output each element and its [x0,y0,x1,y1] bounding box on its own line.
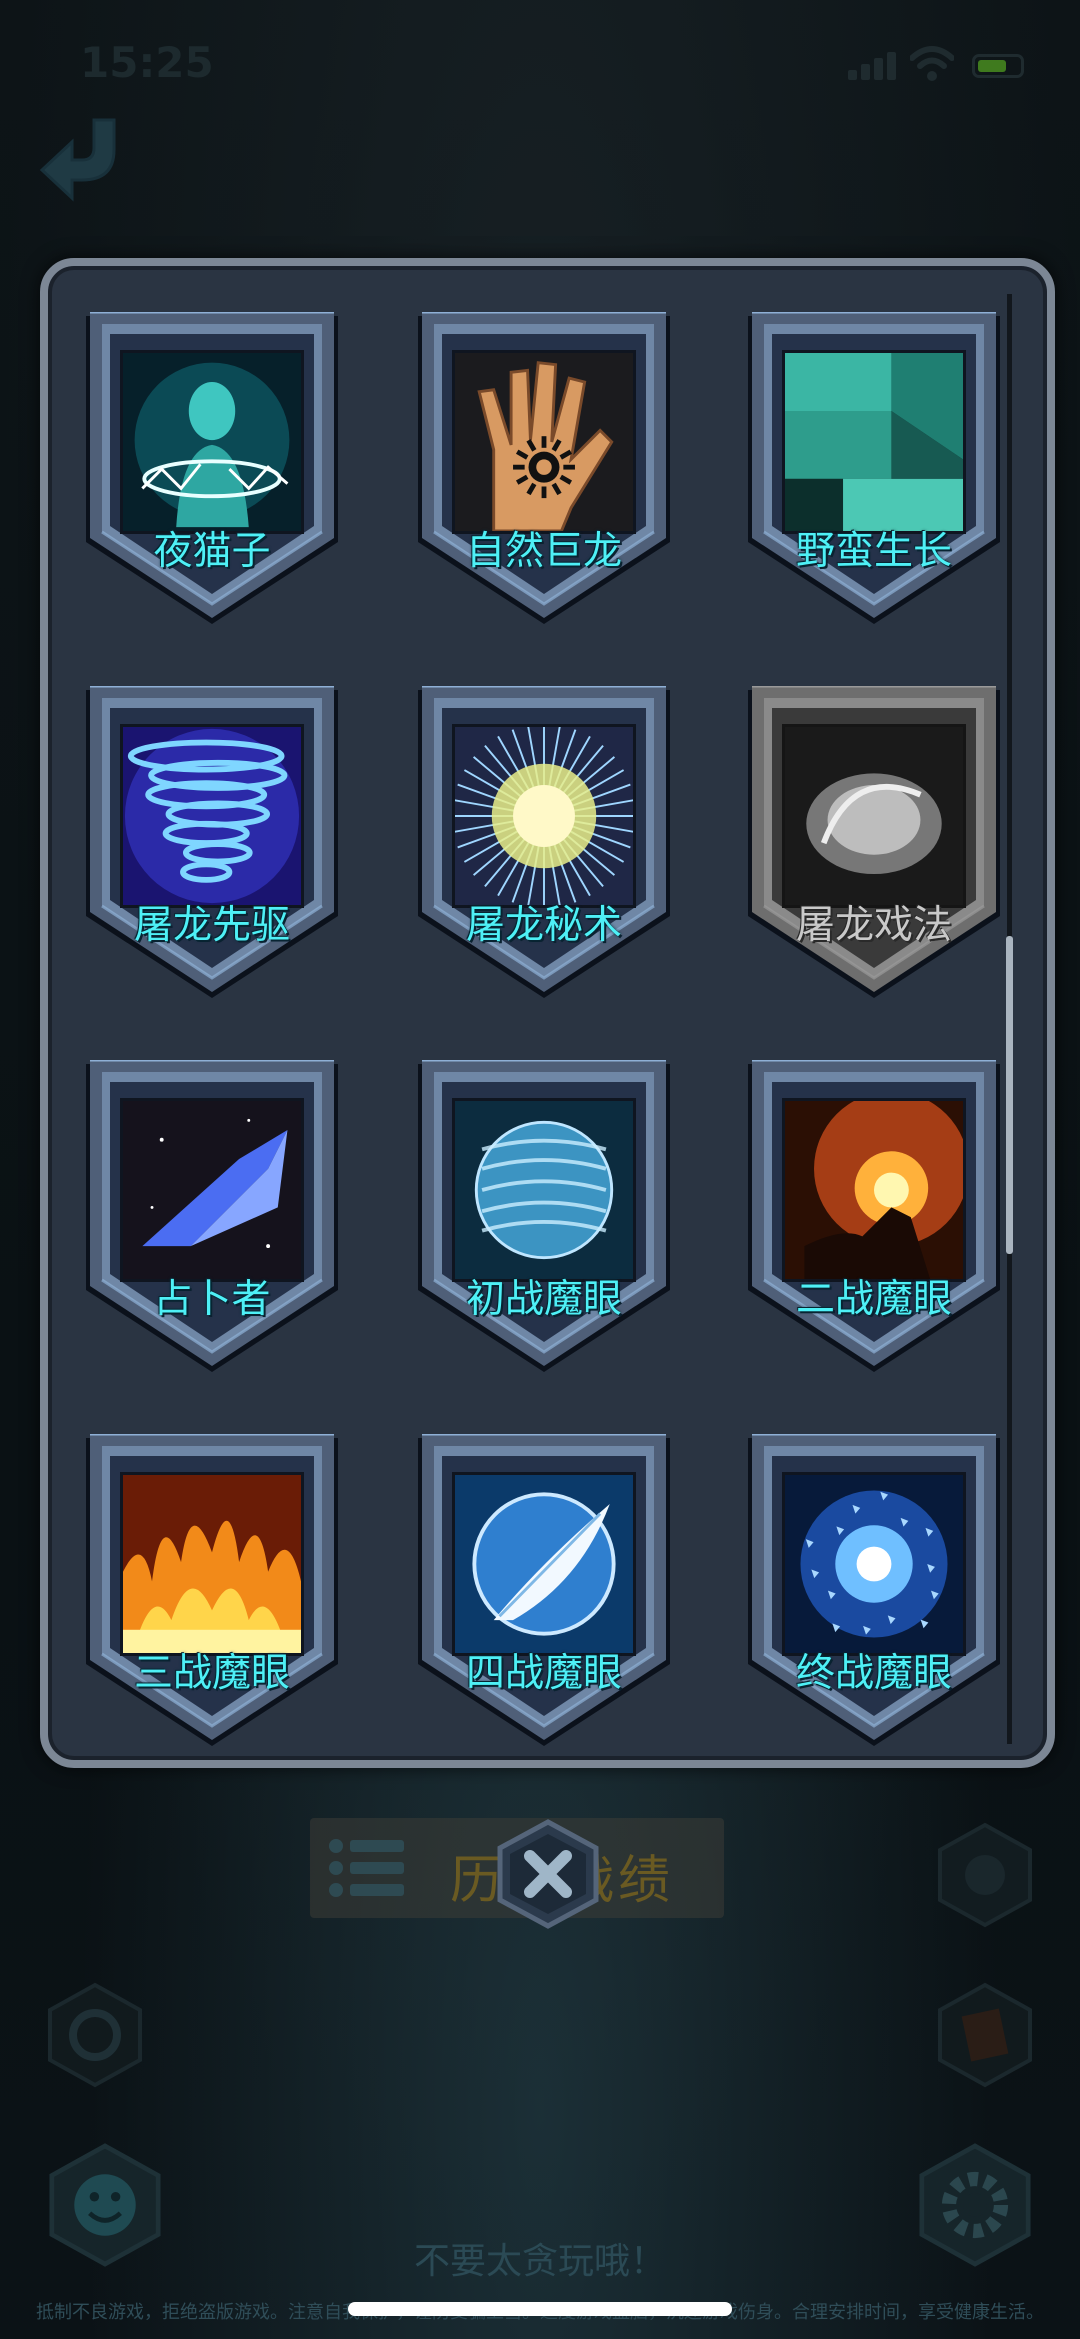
achievement-badge[interactable]: 屠龙秘术 [412,686,676,1002]
hint-text: 不要太贪玩哦！ [413,2241,666,2282]
achievement-badge[interactable]: 初战魔眼 [412,1060,676,1376]
close-icon[interactable] [492,1818,604,1930]
battery-icon [972,54,1024,78]
achievement-label: 占卜者 [153,1277,271,1322]
stone-blocks-icon [782,350,966,534]
ice-shatter-icon [782,1472,966,1656]
signal-icon [848,50,898,80]
wifi-icon [910,46,954,81]
scrollbar-thumb[interactable] [1006,936,1013,1254]
achievement-badge[interactable]: 自然巨龙 [412,312,676,628]
achievement-label: 野蛮生长 [795,529,952,574]
achievement-label: 屠龙先驱 [133,903,290,948]
status-time: 15:25 [80,38,214,87]
tornado-icon [120,724,304,908]
achievement-label: 屠龙戏法 [795,903,952,948]
home-indicator[interactable] [348,2302,732,2316]
achievement-label: 屠龙秘术 [465,903,622,948]
achievement-badge[interactable]: 野蛮生长 [742,312,1006,628]
achievement-label: 初战魔眼 [465,1277,622,1322]
ghost-lightning-icon [120,350,304,534]
achievement-label: 自然巨龙 [465,529,622,574]
achievement-label: 终战魔眼 [795,1651,952,1696]
achievement-badge[interactable]: 屠龙先驱 [80,686,344,1002]
hand-sun-icon [452,350,636,534]
achievement-badge[interactable]: 夜猫子 [80,312,344,628]
achievement-badge[interactable]: 占卜者 [80,1060,344,1376]
achievement-badge[interactable]: 四战魔眼 [412,1434,676,1750]
achievement-badge[interactable]: 终战魔眼 [742,1434,1006,1750]
achievement-label: 四战魔眼 [465,1651,622,1696]
back-arrow-icon[interactable] [36,110,136,210]
achievement-label: 夜猫子 [153,529,271,574]
list-icon [329,1839,404,1897]
achievement-label: 三战魔眼 [133,1651,290,1696]
achievement-badge[interactable]: 屠龙戏法 [742,686,1006,1002]
flames-icon [120,1472,304,1656]
achievement-badge[interactable]: 三战魔眼 [80,1434,344,1750]
smoke-icon [782,724,966,908]
card-icon[interactable] [930,1980,1040,2090]
feather-orb-icon [452,1472,636,1656]
water-orb-icon [452,1098,636,1282]
achievement-label: 二战魔眼 [795,1277,952,1322]
fire-hand-icon [782,1098,966,1282]
status-bar: 15:25 [0,0,1080,130]
light-burst-icon [452,724,636,908]
achievement-badge[interactable]: 二战魔眼 [742,1060,1006,1376]
refresh-icon[interactable] [40,1980,150,2090]
eye-icon[interactable] [930,1820,1040,1930]
crystal-icon [120,1098,304,1282]
